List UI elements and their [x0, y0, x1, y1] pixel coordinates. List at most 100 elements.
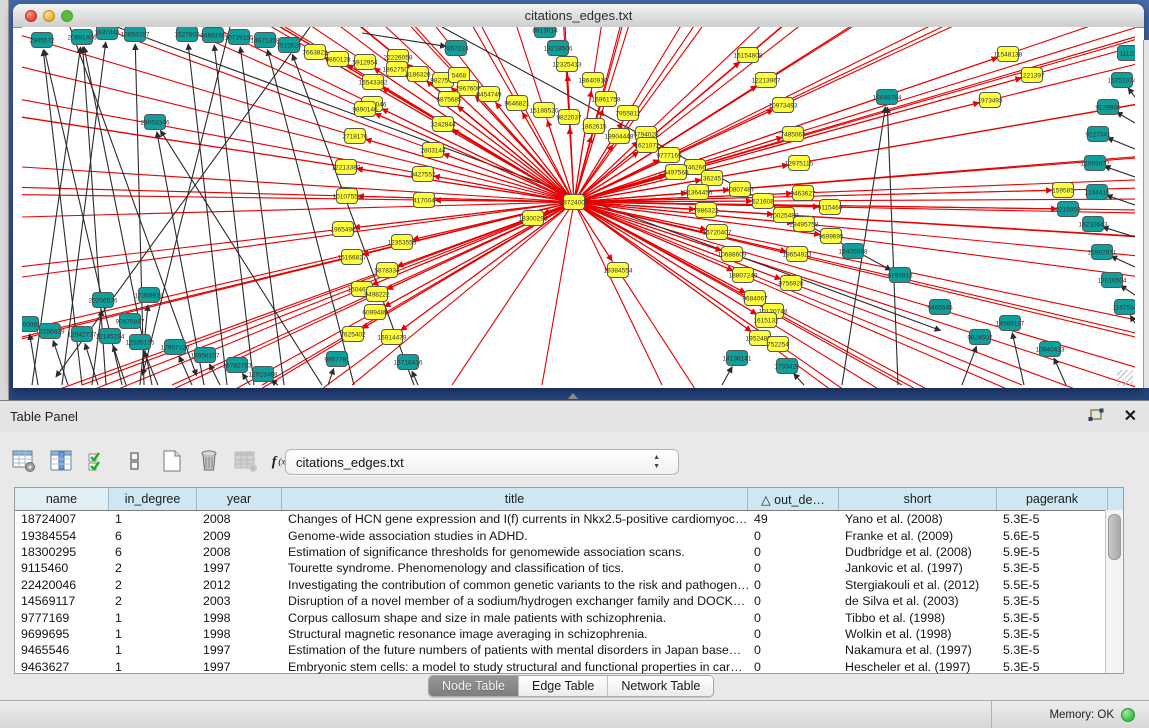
- rows-icon[interactable]: [121, 447, 149, 475]
- graph-node[interactable]: 10973493: [769, 98, 798, 113]
- graph-node[interactable]: 18640910: [579, 73, 608, 88]
- graph-node[interactable]: 1621072: [634, 138, 660, 153]
- column-header-in_degree[interactable]: in_degree: [109, 488, 197, 510]
- graph-node[interactable]: 19904448: [605, 129, 634, 144]
- graph-node[interactable]: 16543382: [359, 75, 388, 90]
- citation-network-graph[interactable]: 2905572206914061637448106532871527602946…: [22, 27, 1135, 388]
- graph-node[interactable]: 9466160: [200, 28, 226, 43]
- graph-node[interactable]: 8813014: [532, 27, 558, 38]
- graph-node[interactable]: 7625402: [340, 327, 366, 342]
- close-panel-icon[interactable]: ✕: [1124, 406, 1137, 426]
- graph-node[interactable]: 9777169: [656, 148, 682, 163]
- graph-node[interactable]: 36245: [702, 171, 723, 186]
- graph-node[interactable]: 16914479: [378, 330, 407, 345]
- graph-node[interactable]: 9227341: [1085, 127, 1111, 142]
- graph-node[interactable]: 9857791: [324, 352, 350, 367]
- graph-node[interactable]: 9129966: [1095, 100, 1121, 115]
- graph-node[interactable]: 6793913: [887, 268, 913, 283]
- graph-node[interactable]: 12093872: [1081, 156, 1110, 171]
- column-header-year[interactable]: year: [197, 488, 282, 510]
- graph-node[interactable]: 14136141: [723, 351, 752, 366]
- table-row[interactable]: 911546021997Tourette syndrome. Phenomeno…: [15, 560, 1123, 576]
- graph-node[interactable]: 16958107: [191, 348, 220, 363]
- graph-node[interactable]: 9463627: [790, 186, 816, 201]
- graph-node[interactable]: 16648784: [873, 90, 902, 105]
- graph-node[interactable]: 9699695: [818, 229, 844, 244]
- table-row[interactable]: 2242004622012Investigating the contribut…: [15, 577, 1123, 593]
- import-table-disabled-icon[interactable]: [232, 447, 260, 475]
- graph-node[interactable]: 9646821: [504, 96, 530, 111]
- window-resize-grip[interactable]: [1117, 370, 1133, 386]
- graph-node[interactable]: 15720407: [703, 225, 732, 240]
- graph-node[interactable]: 12923468: [249, 367, 278, 382]
- table-row[interactable]: 1938455462009Genome-wide association stu…: [15, 527, 1123, 543]
- tab-edge-table[interactable]: Edge Table: [519, 676, 608, 696]
- tab-node-table[interactable]: Node Table: [429, 676, 519, 696]
- graph-node[interactable]: 9684067: [742, 291, 768, 306]
- graph-node[interactable]: 1637448: [94, 27, 120, 40]
- graph-node[interactable]: 2905572: [29, 33, 55, 48]
- table-row[interactable]: 1872400712008Changes of HCN gene express…: [15, 511, 1123, 527]
- graph-node[interactable]: 29495758: [790, 217, 819, 232]
- graph-node[interactable]: 18300295: [519, 211, 548, 226]
- graph-node[interactable]: 10807487: [726, 182, 755, 197]
- graph-node[interactable]: 5912954: [352, 55, 378, 70]
- graph-node[interactable]: 1527602: [174, 27, 200, 42]
- column-header-pagerank[interactable]: pagerank: [997, 488, 1108, 510]
- table-vertical-scrollbar[interactable]: [1105, 510, 1123, 673]
- delete-table-icon[interactable]: [195, 447, 223, 475]
- graph-node[interactable]: 12505135: [126, 335, 155, 350]
- graph-node[interactable]: 2718176: [342, 129, 368, 144]
- graph-node[interactable]: 621608: [752, 194, 774, 209]
- graph-node[interactable]: 5875685: [436, 92, 462, 107]
- graph-node[interactable]: 7986322: [693, 203, 719, 218]
- graph-node[interactable]: 12213967: [752, 73, 781, 88]
- graph-node[interactable]: 9115460: [818, 200, 843, 215]
- graph-node[interactable]: 159585: [1052, 183, 1074, 198]
- table-row[interactable]: 969969511998Structural magnetic resonanc…: [15, 626, 1123, 642]
- graph-node[interactable]: 2803144: [420, 143, 446, 158]
- graph-node[interactable]: 12325413: [553, 57, 582, 72]
- graph-node[interactable]: 12353553: [388, 235, 417, 250]
- graph-node[interactable]: 29053346: [141, 115, 170, 130]
- graph-node[interactable]: 16405088: [839, 244, 868, 259]
- select-columns-icon[interactable]: [84, 447, 112, 475]
- graph-node[interactable]: 1221397: [1019, 68, 1045, 83]
- create-table-icon[interactable]: [158, 447, 186, 475]
- graph-node[interactable]: 1615132: [753, 313, 779, 328]
- graph-node[interactable]: 5878334: [374, 263, 400, 278]
- graph-node[interactable]: 14569117: [996, 316, 1025, 331]
- column-header-out_de[interactable]: △ out_de…: [748, 488, 839, 510]
- network-vertical-scrollbar[interactable]: [1143, 40, 1149, 388]
- graph-node[interactable]: 8427552: [410, 167, 436, 182]
- graph-node[interactable]: 15992971: [1088, 245, 1117, 260]
- graph-node[interactable]: 9822037: [556, 110, 582, 125]
- graph-node[interactable]: 7515526: [276, 38, 302, 53]
- graph-node[interactable]: 1733426: [774, 359, 800, 374]
- graph-node[interactable]: 11123: [1118, 46, 1136, 61]
- graph-node[interactable]: 19654923: [783, 247, 812, 262]
- tab-network-table[interactable]: Network Table: [608, 676, 713, 696]
- graph-node[interactable]: 18807249: [729, 268, 758, 283]
- graph-node[interactable]: 12145194: [96, 329, 125, 344]
- graph-node[interactable]: 7857224: [443, 41, 469, 56]
- graph-node[interactable]: 12213389: [332, 160, 361, 175]
- network-window[interactable]: citations_edges.txt 2905572 2069140616374…: [13, 4, 1144, 388]
- float-window-icon[interactable]: [1087, 408, 1105, 424]
- graph-node[interactable]: 11548138: [994, 47, 1023, 62]
- table-row[interactable]: 1830029562008Estimation of significance …: [15, 544, 1123, 560]
- graph-node[interactable]: 15716416: [394, 355, 423, 370]
- graph-node[interactable]: 17016504: [1098, 273, 1127, 288]
- table-row[interactable]: 1456911722003Disruption of a novel membe…: [15, 593, 1123, 609]
- graph-node[interactable]: 19218506: [544, 41, 573, 56]
- graph-node[interactable]: 1167534: [1113, 300, 1135, 315]
- table-row[interactable]: 977716911998Corpus callosum shape and si…: [15, 609, 1123, 625]
- graph-node[interactable]: 1862615: [581, 119, 607, 134]
- graph-node[interactable]: 9465546: [927, 300, 953, 315]
- network-window-titlebar[interactable]: citations_edges.txt: [13, 4, 1144, 28]
- table-row[interactable]: 946362711997Embryonic stem cells: a mode…: [15, 659, 1123, 675]
- split-pane-handle[interactable]: [568, 393, 578, 399]
- graph-node[interactable]: 8215953: [1055, 202, 1081, 217]
- network-canvas[interactable]: 2905572206914061637448106532871527602946…: [22, 27, 1135, 388]
- graph-node[interactable]: 20691406: [68, 30, 97, 45]
